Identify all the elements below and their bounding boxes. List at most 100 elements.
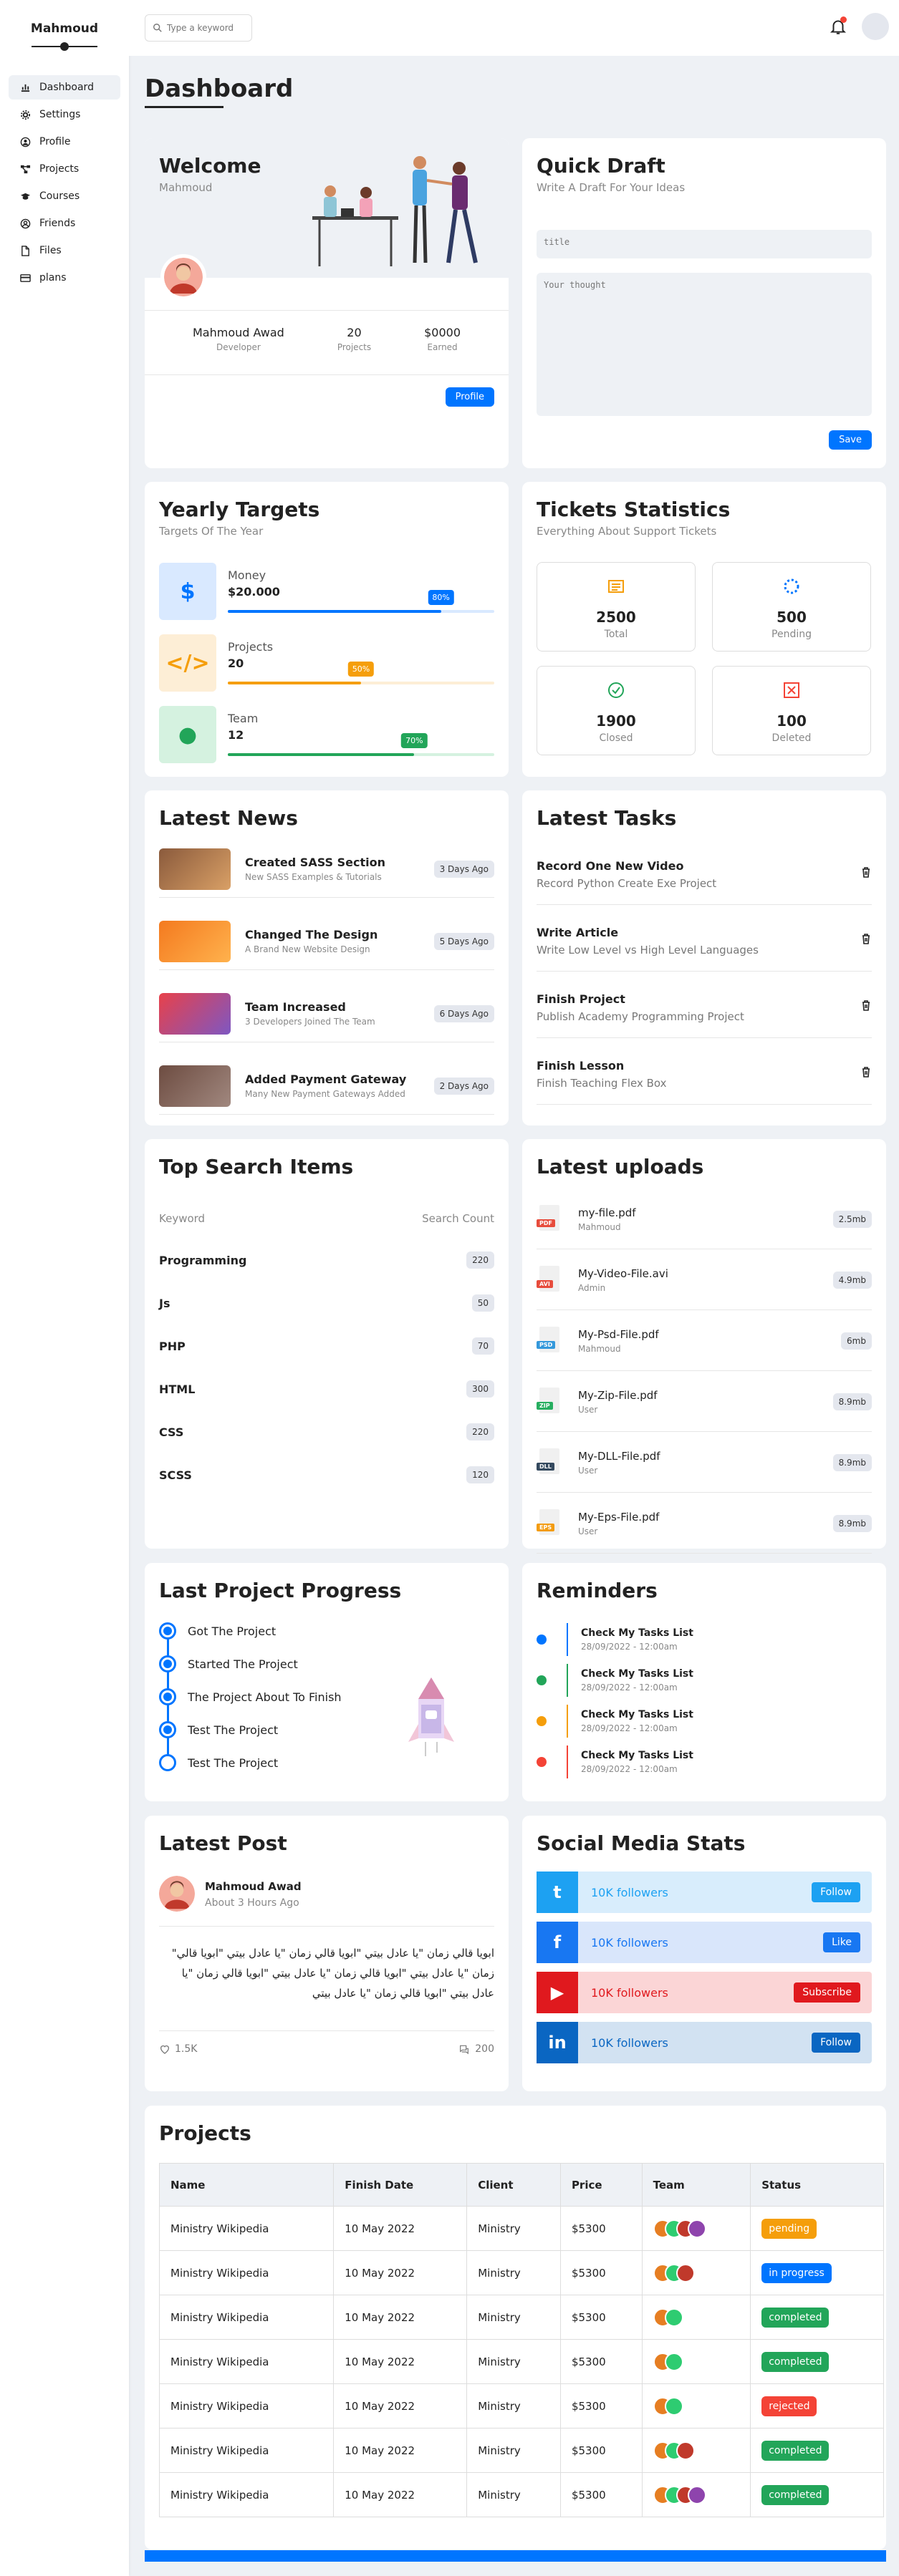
team-avatars <box>653 2396 740 2416</box>
cell-price: $5300 <box>559 2472 643 2517</box>
step-done-icon <box>159 1655 176 1672</box>
news-subtitle: Many New Payment Gateways Added <box>245 1089 405 1099</box>
profile-button[interactable]: Profile <box>445 387 494 407</box>
sidebar-item-projects[interactable]: Projects <box>9 157 120 181</box>
news-title: Team Increased <box>245 1000 346 1014</box>
upload-item[interactable]: ZIP My-Zip-File.pdf User 8.9mb <box>537 1372 872 1432</box>
news-item[interactable]: Created SASS Section New SASS Examples & … <box>159 841 494 898</box>
upload-item[interactable]: PSD My-Psd-File.pdf Mahmoud 6mb <box>537 1311 872 1371</box>
cell-date: 10 May 2022 <box>333 2295 468 2340</box>
upload-text: My-Video-File.avi Admin <box>578 1267 833 1293</box>
draft-body-textarea[interactable]: Your thought <box>537 273 872 416</box>
heart-icon <box>160 2045 169 2054</box>
news-item[interactable]: Team Increased 3 Developers Joined The Te… <box>159 985 494 1042</box>
tickets-subtitle: Everything About Support Tickets <box>537 525 717 538</box>
deleted-icon <box>784 682 799 698</box>
cell-price: $5300 <box>559 2250 643 2295</box>
search-items-header: Keyword Search Count <box>159 1212 494 1225</box>
news-text: Added Payment Gateway Many New Payment Ga… <box>245 1072 434 1099</box>
reminder-date: 28/09/2022 - 12:00am <box>581 1642 678 1652</box>
delete-task-button[interactable] <box>860 933 872 944</box>
reminder-item[interactable]: Check My Tasks List 28/09/2022 - 12:00am <box>537 1741 872 1783</box>
notifications-button[interactable] <box>829 16 847 36</box>
upload-size-badge: 8.9mb <box>832 1514 872 1532</box>
upload-item[interactable]: DLL My-DLL-File.pdf User 8.9mb <box>537 1433 872 1493</box>
search-count-badge: 120 <box>466 1466 494 1483</box>
social-action-button[interactable]: Follow <box>812 2033 860 2053</box>
delete-task-button[interactable] <box>860 866 872 878</box>
progress-step: Test The Project <box>159 1715 278 1744</box>
search-keyword: Js <box>159 1296 170 1310</box>
projects-table: Name Finish Date Client Price Team Status Min… <box>158 2163 884 2517</box>
cell-team <box>641 2250 751 2295</box>
target-percent-tooltip: 50% <box>347 662 375 677</box>
reminder-title: Check My Tasks List <box>581 1709 693 1720</box>
ticket-stat-box: 1900 Closed <box>537 666 696 755</box>
upload-item[interactable]: EPS My-Eps-File.pdf User 8.9mb <box>537 1493 872 1554</box>
post-likes[interactable]: 1.5K <box>159 2043 197 2055</box>
sidebar-item-profile[interactable]: Profile <box>9 130 120 154</box>
dollar-icon: $ <box>159 563 216 620</box>
sidebar-item-settings[interactable]: Settings <box>9 102 120 127</box>
sidebar-item-dashboard[interactable]: Dashboard <box>9 75 120 100</box>
sidebar-item-plans[interactable]: plans <box>9 266 120 290</box>
social-row: in 10K followers Follow <box>537 2022 872 2063</box>
social-action-button[interactable]: Follow <box>812 1882 860 1902</box>
cell-price: $5300 <box>559 2206 643 2251</box>
search-item-row: Programming 220 <box>159 1246 494 1274</box>
youtube-icon: ▶ <box>537 1972 578 2013</box>
cell-team <box>641 2206 751 2251</box>
reminder-item[interactable]: Check My Tasks List 28/09/2022 - 12:00am <box>537 1660 872 1701</box>
news-title: Changed The Design <box>245 928 378 941</box>
latest-post-card: Latest Post Mahmoud Awad About 3 Hours A… <box>145 1816 509 2091</box>
social-action-button[interactable]: Like <box>823 1932 860 1952</box>
person-icon: ● <box>159 706 216 763</box>
post-title: Latest Post <box>159 1831 287 1855</box>
social-action-button[interactable]: Subscribe <box>794 1982 860 2003</box>
sidebar-item-files[interactable]: Files <box>9 238 120 263</box>
cell-client: Ministry <box>466 2295 561 2340</box>
post-comments[interactable]: 200 <box>458 2043 494 2055</box>
news-item[interactable]: Added Payment Gateway Many New Payment Ga… <box>159 1057 494 1115</box>
user-avatar[interactable] <box>862 13 889 40</box>
trash-icon <box>862 867 870 878</box>
ticket-label: Total <box>604 629 628 640</box>
sidebar-item-label: Courses <box>39 190 80 202</box>
task-title: Finish Project <box>537 992 625 1006</box>
ticket-value: 2500 <box>596 609 636 626</box>
upload-text: My-DLL-File.pdf User <box>578 1450 833 1476</box>
reminder-bar <box>567 1664 568 1697</box>
upload-item[interactable]: PDF my-file.pdf Mahmoud 2.5mb <box>537 1189 872 1249</box>
reminder-item[interactable]: Check My Tasks List 28/09/2022 - 12:00am <box>537 1700 872 1742</box>
delete-task-button[interactable] <box>860 1066 872 1078</box>
progress-step: Got The Project <box>159 1617 276 1645</box>
reminder-item[interactable]: Check My Tasks List 28/09/2022 - 12:00am <box>537 1619 872 1660</box>
search-input[interactable]: Type a keyword <box>145 14 252 42</box>
cell-date: 10 May 2022 <box>333 2339 468 2384</box>
save-button[interactable]: Save <box>829 430 872 450</box>
projects-table-header: Name Finish Date Client Price Team Status <box>158 2163 884 2207</box>
facebook-icon: f <box>537 1922 578 1963</box>
upload-size-badge: 6mb <box>841 1332 872 1350</box>
upload-text: my-file.pdf Mahmoud <box>578 1206 833 1232</box>
news-item[interactable]: Changed The Design A Brand New Website De… <box>159 913 494 970</box>
reminder-bar <box>567 1705 568 1738</box>
team-avatars <box>653 2308 740 2327</box>
brand: Mahmoud <box>0 21 129 54</box>
search-keyword: PHP <box>159 1339 186 1353</box>
bottom-scrollbar[interactable] <box>145 2550 886 2562</box>
sidebar-item-courses[interactable]: Courses <box>9 184 120 208</box>
delete-task-button[interactable] <box>860 999 872 1011</box>
welcome-divider-bottom <box>145 374 509 375</box>
cell-name: Ministry Wikipedia <box>158 2250 335 2295</box>
cell-name: Ministry Wikipedia <box>158 2295 335 2340</box>
welcome-earned-stat: $0000 Earned <box>424 326 461 352</box>
upload-owner: Mahmoud <box>578 1221 621 1232</box>
draft-title-input[interactable]: title <box>537 230 872 258</box>
sidebar-item-friends[interactable]: Friends <box>9 211 120 236</box>
notification-badge <box>840 16 847 23</box>
upload-item[interactable]: AVI My-Video-File.avi Admin 4.9mb <box>537 1250 872 1310</box>
ticket-label: Closed <box>599 732 633 744</box>
brand-name: Mahmoud <box>30 21 99 36</box>
target-progress-fill <box>228 682 361 684</box>
